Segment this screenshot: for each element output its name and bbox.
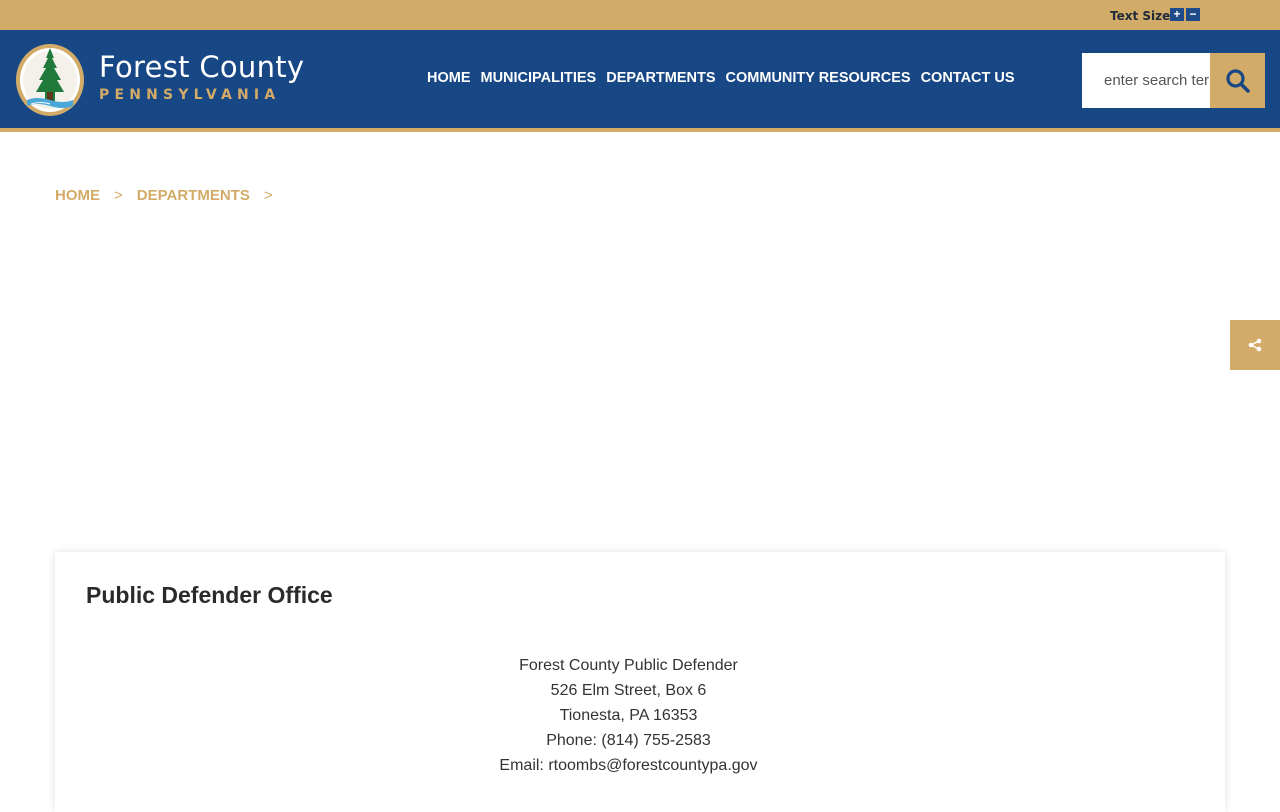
text-size-label: Text Size bbox=[1110, 9, 1171, 23]
text-size-increase-button[interactable]: + bbox=[1170, 8, 1184, 21]
text-size-decrease-button[interactable]: − bbox=[1186, 8, 1200, 21]
search-icon bbox=[1225, 68, 1250, 93]
contact-block: Forest County Public Defender 526 Elm St… bbox=[55, 653, 1202, 778]
nav-item-home[interactable]: HOME bbox=[422, 70, 476, 86]
contact-city-state: Tionesta, PA 16353 bbox=[559, 707, 698, 724]
breadcrumb-separator: > bbox=[114, 187, 123, 204]
site-logo-link[interactable]: Forest County PENNSYLVANIA bbox=[15, 42, 315, 118]
breadcrumb-departments[interactable]: DEPARTMENTS bbox=[137, 187, 250, 204]
contact-street: 526 Elm Street, Box 6 bbox=[550, 682, 707, 699]
header-divider bbox=[0, 128, 1280, 132]
share-icon bbox=[1248, 338, 1262, 352]
main-navigation: HOME MUNICIPALITIES DEPARTMENTS COMMUNIT… bbox=[422, 70, 1020, 86]
share-button[interactable] bbox=[1230, 320, 1280, 370]
contact-email: Email: rtoombs@forestcountypa.gov bbox=[499, 757, 758, 774]
breadcrumb: HOME > DEPARTMENTS > bbox=[55, 187, 287, 204]
contact-phone: Phone: (814) 755-2583 bbox=[546, 732, 711, 749]
department-info-card: Public Defender Office Forest County Pub… bbox=[55, 552, 1225, 812]
forest-county-emblem-icon bbox=[16, 44, 84, 116]
top-utility-bar: Text Size + − bbox=[0, 0, 1280, 30]
nav-item-municipalities[interactable]: MUNICIPALITIES bbox=[476, 70, 602, 86]
search-input[interactable] bbox=[1082, 53, 1210, 108]
breadcrumb-home[interactable]: HOME bbox=[55, 187, 100, 204]
page-title: Public Defender Office bbox=[86, 582, 333, 608]
contact-office-name: Forest County Public Defender bbox=[519, 657, 738, 674]
logo-subtitle: PENNSYLVANIA bbox=[99, 87, 281, 103]
nav-item-contact-us[interactable]: CONTACT US bbox=[916, 70, 1020, 86]
nav-item-departments[interactable]: DEPARTMENTS bbox=[601, 70, 720, 86]
nav-item-community-resources[interactable]: COMMUNITY RESOURCES bbox=[721, 70, 916, 86]
logo-title: Forest County bbox=[99, 50, 305, 84]
search-button[interactable] bbox=[1210, 53, 1265, 108]
site-header: Forest County PENNSYLVANIA HOME MUNICIPA… bbox=[0, 30, 1280, 128]
breadcrumb-separator: > bbox=[263, 187, 273, 204]
